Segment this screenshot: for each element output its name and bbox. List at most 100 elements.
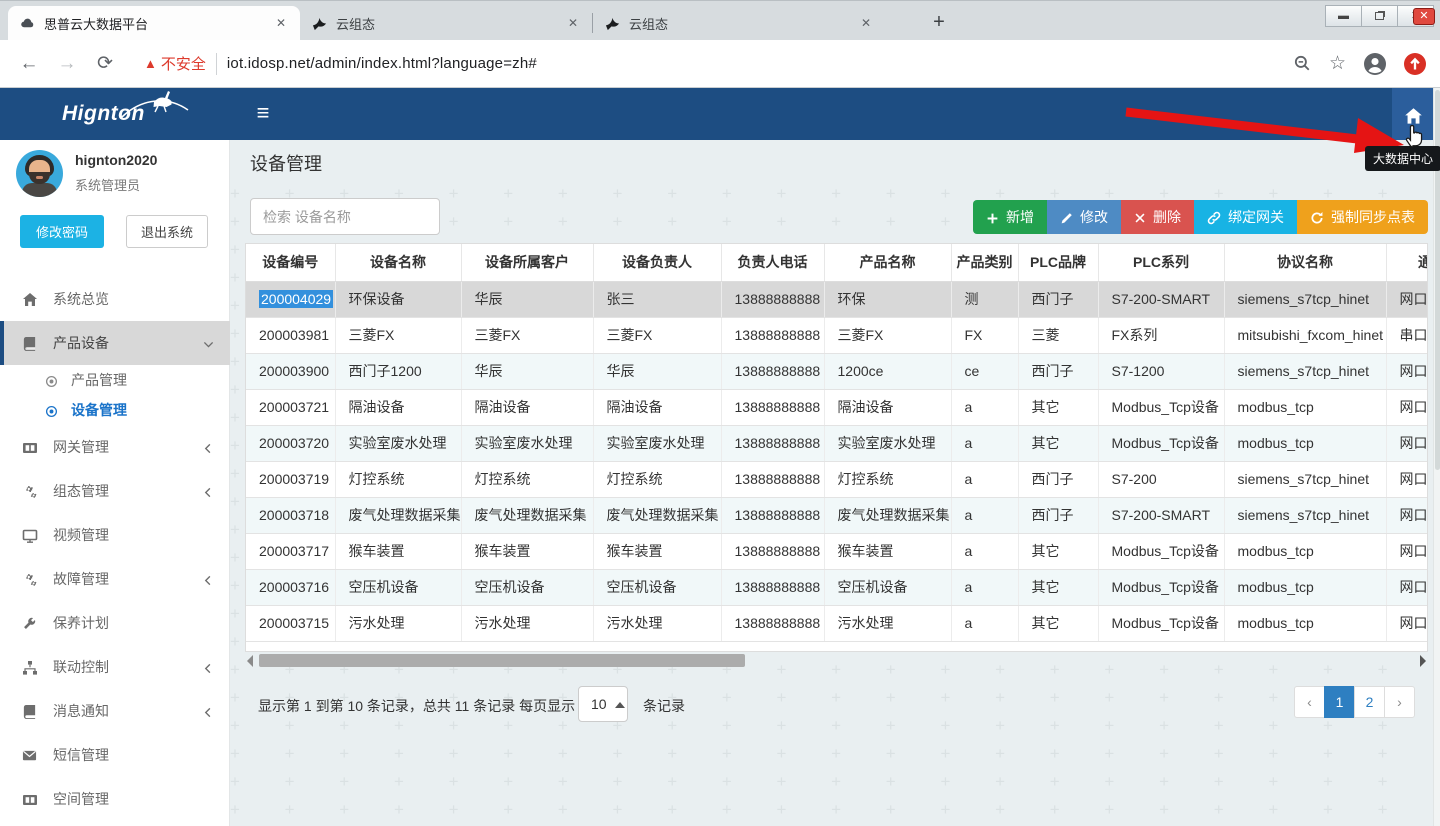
page-button-1[interactable]: 1 [1324,686,1355,718]
tab-close-icon[interactable]: ✕ [564,14,582,32]
table-cell: 隔油设备 [335,389,461,425]
column-header-0[interactable]: 设备编号 [246,244,335,281]
restore-icon[interactable] [1361,5,1398,27]
scroll-right-icon[interactable] [1420,655,1426,667]
bind-gateway-button[interactable]: 绑定网关 [1194,200,1297,234]
book-icon [22,703,40,720]
table-row-9[interactable]: 200003715污水处理污水处理污水处理13888888888污水处理a其它M… [246,605,1428,641]
column-header-4[interactable]: 负责人电话 [721,244,824,281]
url-text[interactable]: iot.idosp.net/admin/index.html?language=… [227,55,537,72]
dot-circle-icon [45,402,61,418]
browser-update-icon[interactable] [1404,53,1426,75]
main-content: + + + + + + + + + + + + + + + + + + + + … [230,140,1440,826]
table-row-7[interactable]: 200003717猴车装置猴车装置猴车装置13888888888猴车装置a其它M… [246,533,1428,569]
scroll-left-icon[interactable] [247,655,253,667]
table-cell: 污水处理 [593,605,721,641]
page-scrollbar[interactable] [1433,88,1440,826]
sidebar-item-7[interactable]: 联动控制 [0,645,230,689]
column-header-5[interactable]: 产品名称 [824,244,951,281]
column-header-8[interactable]: PLC系列 [1098,244,1224,281]
table-cell: siemens_s7tcp_hinet [1224,461,1386,497]
table-cell: 废气处理数据采集 [335,497,461,533]
table-row-8[interactable]: 200003716空压机设备空压机设备空压机设备13888888888空压机设备… [246,569,1428,605]
table-row-3[interactable]: 200003721隔油设备隔油设备隔油设备13888888888隔油设备a其它M… [246,389,1428,425]
bookmark-star-icon[interactable]: ☆ [1329,52,1346,75]
table-row-0[interactable]: 200004029环保设备华辰张三13888888888环保测西门子S7-200… [246,281,1428,317]
table-cell: a [951,461,1018,497]
scrollbar-thumb[interactable] [259,654,745,667]
table-cell: 西门子 [1018,353,1098,389]
table-cell: 实验室废水处理 [461,425,593,461]
sidebar-subitem-设备管理[interactable]: 设备管理 [0,395,230,425]
page-prev-button[interactable]: ‹ [1294,686,1325,718]
sidebar-item-0[interactable]: 系统总览 [0,277,230,321]
search-input[interactable] [250,198,440,235]
page-size-select[interactable]: 10 [578,686,628,722]
tab-close-icon[interactable]: ✕ [857,14,875,32]
table-cell: modbus_tcp [1224,425,1386,461]
logout-button[interactable]: 退出系统 [126,215,208,248]
refresh-page-icon[interactable]: ⟳ [90,49,120,79]
table-row-5[interactable]: 200003719灯控系统灯控系统灯控系统13888888888灯控系统a西门子… [246,461,1428,497]
minimize-icon[interactable]: ▬ [1325,5,1362,27]
table-cell: 13888888888 [721,281,824,317]
table-cell: S7-200 [1098,461,1224,497]
sidebar-item-2[interactable]: 网关管理 [0,425,230,469]
column-header-10[interactable]: 通讯方式 [1386,244,1428,281]
column-header-7[interactable]: PLC品牌 [1018,244,1098,281]
edit-button[interactable]: 修改 [1047,200,1121,234]
sidebar: hignton2020 系统管理员 修改密码 退出系统 系统总览产品设备产品管理… [0,140,230,826]
add-button[interactable]: 新增 [973,200,1047,234]
table-row-6[interactable]: 200003718废气处理数据采集废气处理数据采集废气处理数据采集1388888… [246,497,1428,533]
sidebar-item-8[interactable]: 消息通知 [0,689,230,733]
table-cell: 西门子 [1018,497,1098,533]
zoom-icon[interactable] [1293,54,1311,72]
table-row-1[interactable]: 200003981三菱FX三菱FX三菱FX13888888888三菱FXFX三菱… [246,317,1428,353]
column-header-6[interactable]: 产品类别 [951,244,1018,281]
security-warning-label[interactable]: 不安全 [161,53,206,74]
table-cell: 污水处理 [335,605,461,641]
column-header-1[interactable]: 设备名称 [335,244,461,281]
column-header-9[interactable]: 协议名称 [1224,244,1386,281]
back-icon[interactable]: ← [14,49,44,79]
sidebar-item-9[interactable]: 短信管理 [0,733,230,777]
table-cell: 隔油设备 [824,389,951,425]
screenshot-root: { "browser": { "tabs": [ { "title": "思普云… [0,0,1440,826]
profile-avatar-icon[interactable] [1364,53,1386,75]
delete-button[interactable]: 删除 [1121,200,1194,234]
change-password-button[interactable]: 修改密码 [20,215,104,248]
sidebar-item-1[interactable]: 产品设备 [0,321,230,365]
dot-circle-icon [45,372,61,388]
button-label: 删除 [1153,207,1181,227]
tab-close-icon[interactable]: ✕ [272,14,290,32]
refresh-icon [1310,209,1324,225]
column-header-label: 设备名称 [370,254,426,270]
close-icon[interactable]: ✕✕ [1397,5,1434,27]
sidebar-item-10[interactable]: 空间管理 [0,777,230,821]
table-cell: 其它 [1018,533,1098,569]
browser-tab-0[interactable]: 思普云大数据平台✕ [8,6,300,40]
security-warning-icon[interactable]: ▲ [144,56,157,71]
horizontal-scrollbar [245,653,1428,669]
forward-icon[interactable]: → [52,49,82,79]
force-sync-button[interactable]: 强制同步点表 [1297,200,1428,234]
table-row-2[interactable]: 200003900西门子1200华辰华辰138888888881200cece西… [246,353,1428,389]
sidebar-item-6[interactable]: 保养计划 [0,601,230,645]
browser-tab-1[interactable]: 云组态✕ [300,6,592,40]
book-icon [22,335,40,352]
sidebar-item-3[interactable]: 组态管理 [0,469,230,513]
new-tab-button[interactable]: + [925,9,953,37]
table-row-4[interactable]: 200003720实验室废水处理实验室废水处理实验室废水处理1388888888… [246,425,1428,461]
table-cell: modbus_tcp [1224,605,1386,641]
column-header-2[interactable]: 设备所属客户 [461,244,593,281]
table-cell: 灯控系统 [593,461,721,497]
browser-tab-2[interactable]: 云组态✕ [593,6,885,40]
sidebar-item-4[interactable]: 视频管理 [0,513,230,557]
sidebar-item-5[interactable]: 故障管理 [0,557,230,601]
sidebar-toggle-icon[interactable]: ≡ [243,88,283,140]
page-button-2[interactable]: 2 [1354,686,1385,718]
page-next-button[interactable]: › [1384,686,1415,718]
column-header-3[interactable]: 设备负责人 [593,244,721,281]
table-cell: 13888888888 [721,461,824,497]
sidebar-subitem-产品管理[interactable]: 产品管理 [0,365,230,395]
